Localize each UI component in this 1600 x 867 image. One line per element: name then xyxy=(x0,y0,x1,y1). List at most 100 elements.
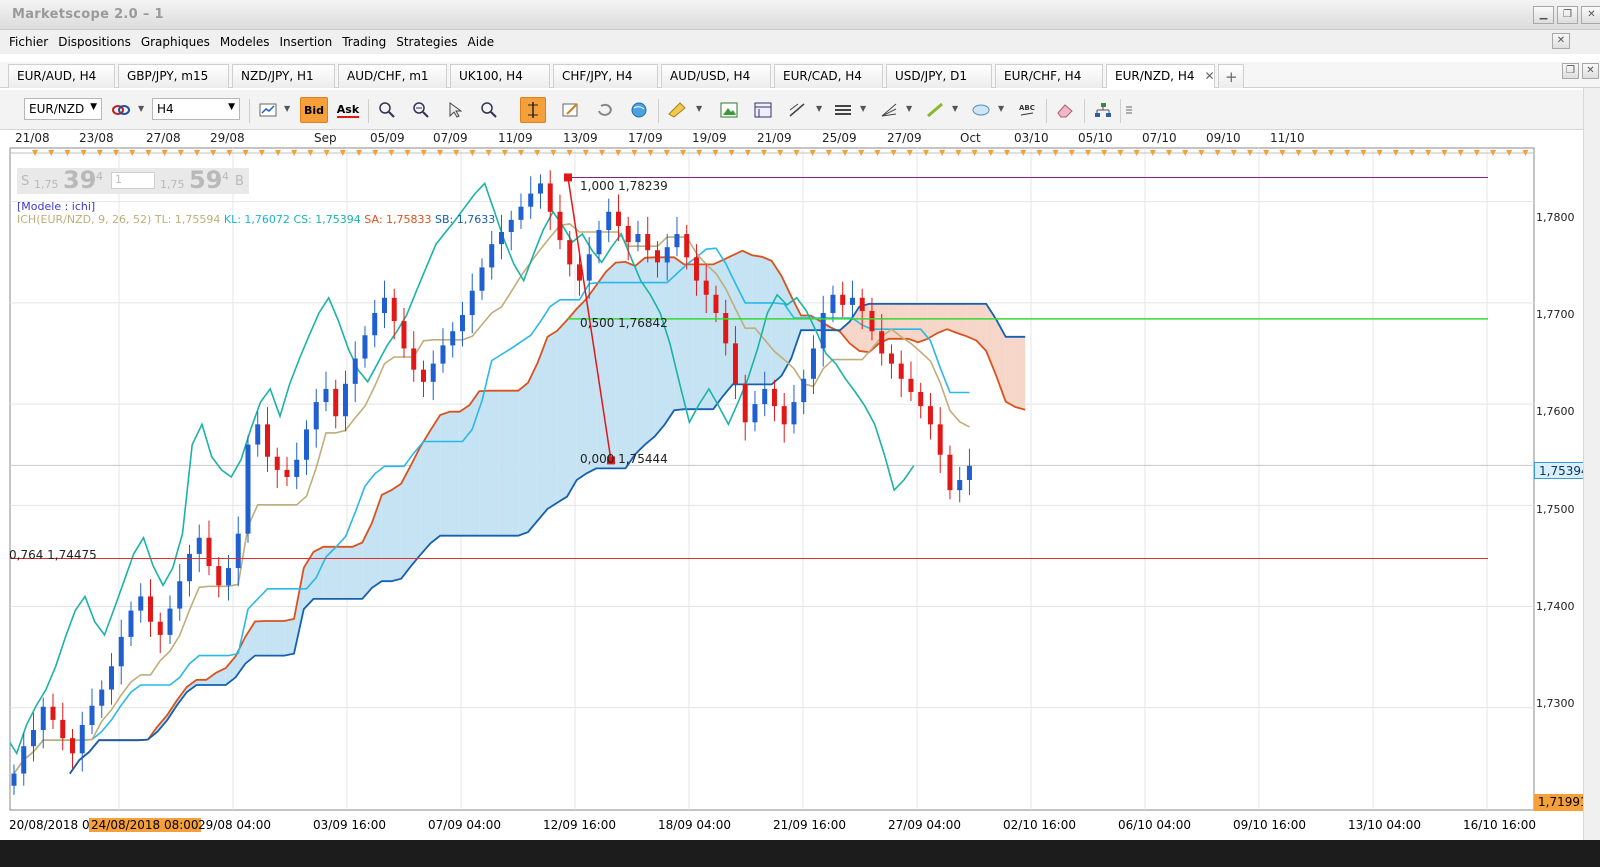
dropdown-icon[interactable]: ▼ xyxy=(906,104,912,113)
candle-body xyxy=(177,581,183,609)
ruler-icon[interactable] xyxy=(664,97,690,123)
cloud-segment xyxy=(333,546,343,599)
template-icon[interactable] xyxy=(750,97,776,123)
span-b-value: SB: 1,7633 xyxy=(435,213,496,226)
tab-label: CHF/JPY, H4 xyxy=(562,69,633,83)
tab-eur-aud[interactable]: EUR/AUD, H4 xyxy=(8,64,115,88)
link-icon[interactable] xyxy=(108,97,134,123)
lines-icon[interactable] xyxy=(830,97,856,123)
refresh-icon[interactable] xyxy=(592,97,618,123)
crosshair-icon[interactable] xyxy=(520,97,546,123)
tab-chf-jpy[interactable]: CHF/JPY, H4 xyxy=(553,64,658,88)
maximize-button[interactable]: ❐ xyxy=(1557,6,1578,24)
add-tab-icon[interactable]: + xyxy=(1218,64,1244,88)
tab-aud-usd[interactable]: AUD/USD, H4 xyxy=(661,64,771,88)
pencil-icon[interactable] xyxy=(922,97,948,123)
candle-body xyxy=(898,363,904,379)
tab-aud-chf[interactable]: AUD/CHF, m1 xyxy=(338,64,447,88)
ellipse-icon[interactable] xyxy=(968,97,994,123)
dropdown-icon[interactable]: ▼ xyxy=(952,104,958,113)
timeframe-select[interactable]: H4 ▼ xyxy=(152,98,240,120)
dropdown-icon[interactable]: ▼ xyxy=(284,104,290,113)
close-button[interactable]: ✕ xyxy=(1581,6,1600,24)
cloud-segment xyxy=(508,390,519,536)
zoom-out-icon[interactable] xyxy=(408,97,434,123)
cursor-icon[interactable] xyxy=(442,97,468,123)
tab-gbp-jpy[interactable]: GBP/JPY, m15 xyxy=(118,64,229,88)
tab-eur-nzd[interactable]: EUR/NZD, H4 ✕ xyxy=(1106,64,1215,88)
menu-fichier[interactable]: Fichier xyxy=(4,35,53,49)
zoom-in-icon[interactable] xyxy=(374,97,400,123)
amount-input[interactable]: 1 xyxy=(111,172,155,189)
cloud-segment xyxy=(459,405,470,536)
dropdown-icon[interactable]: ▼ xyxy=(860,104,866,113)
menu-insertion[interactable]: Insertion xyxy=(275,35,338,49)
minimize-button[interactable]: ▁ xyxy=(1533,6,1554,24)
tab-usd-jpy[interactable]: USD/JPY, D1 xyxy=(886,64,992,88)
menu-aide[interactable]: Aide xyxy=(463,35,500,49)
mdi-close-button[interactable]: ✕ xyxy=(1552,33,1570,49)
dropdown-icon[interactable]: ▼ xyxy=(138,104,144,113)
candle-body xyxy=(781,406,787,425)
menu-dispositions[interactable]: Dispositions xyxy=(53,35,136,49)
candle-body xyxy=(362,335,368,359)
menu-strategies[interactable]: Strategies xyxy=(391,35,462,49)
text-tool-icon[interactable]: ABC xyxy=(1014,97,1040,123)
menu-graphiques[interactable]: Graphiques xyxy=(136,35,215,49)
fibo-anchor-handle xyxy=(564,173,572,182)
cloud-segment xyxy=(430,414,441,544)
sell-price-big[interactable]: 39 xyxy=(63,166,96,194)
eraser-icon[interactable] xyxy=(1052,97,1078,123)
candle-body xyxy=(352,358,358,384)
close-tab-icon[interactable]: ✕ xyxy=(1204,69,1214,83)
time-label: 12/09 16:00 xyxy=(543,818,616,832)
dropdown-icon[interactable]: ▼ xyxy=(998,104,1004,113)
dropdown-icon[interactable]: ▼ xyxy=(816,104,822,113)
candle-body xyxy=(723,312,729,344)
hierarchy-icon[interactable] xyxy=(1090,97,1116,123)
candle-body xyxy=(742,383,748,423)
svg-text:ABC: ABC xyxy=(1019,104,1035,112)
fan-icon[interactable] xyxy=(876,97,902,123)
price-axis-label: 1,7400 xyxy=(1536,600,1575,613)
globe-icon[interactable] xyxy=(626,97,652,123)
buy-price-big[interactable]: 59 xyxy=(189,166,222,194)
tab-eur-chf[interactable]: EUR/CHF, H4 xyxy=(995,64,1103,88)
symbol-select[interactable]: EUR/NZD ▼ xyxy=(24,98,102,120)
candle-body xyxy=(30,730,36,747)
tab-eur-cad[interactable]: EUR/CAD, H4 xyxy=(774,64,883,88)
trendline-icon[interactable] xyxy=(784,97,810,123)
image-icon[interactable] xyxy=(716,97,742,123)
date-label: 19/09 xyxy=(692,131,727,145)
cloud-segment xyxy=(420,430,431,555)
candle-body xyxy=(167,608,173,635)
ask-button[interactable]: Ask xyxy=(334,97,362,123)
date-label: 11/10 xyxy=(1270,131,1305,145)
candle-body xyxy=(157,621,163,635)
restore-icon[interactable]: ❐ xyxy=(1562,63,1579,79)
menu-modeles[interactable]: Modeles xyxy=(215,35,275,49)
candle-body xyxy=(615,211,621,226)
candle-body xyxy=(430,363,436,382)
cloud-segment xyxy=(537,336,548,521)
close-icon[interactable]: ✕ xyxy=(1582,63,1599,79)
properties-icon[interactable] xyxy=(558,97,584,123)
menu-trading[interactable]: Trading xyxy=(337,35,391,49)
tab-uk100[interactable]: UK100, H4 xyxy=(450,64,550,88)
candle-body xyxy=(732,343,738,384)
tab-nzd-jpy[interactable]: NZD/JPY, H1 xyxy=(232,64,335,88)
cloud-segment xyxy=(898,303,909,339)
toolbar-overflow-icon[interactable] xyxy=(1122,97,1136,123)
dropdown-icon[interactable]: ▼ xyxy=(696,104,702,113)
candle-body xyxy=(342,383,348,417)
vertical-scrollbar[interactable] xyxy=(1583,88,1600,840)
candle-body xyxy=(323,388,329,403)
tab-label: USD/JPY, D1 xyxy=(895,69,968,83)
candle-body xyxy=(947,454,953,491)
candle-body xyxy=(879,331,885,354)
bid-button[interactable]: Bid xyxy=(300,97,328,123)
time-label: 06/10 04:00 xyxy=(1118,818,1191,832)
candle-body xyxy=(255,424,261,445)
chart-type-icon[interactable] xyxy=(255,97,281,123)
zoom-fit-icon[interactable] xyxy=(476,97,502,123)
